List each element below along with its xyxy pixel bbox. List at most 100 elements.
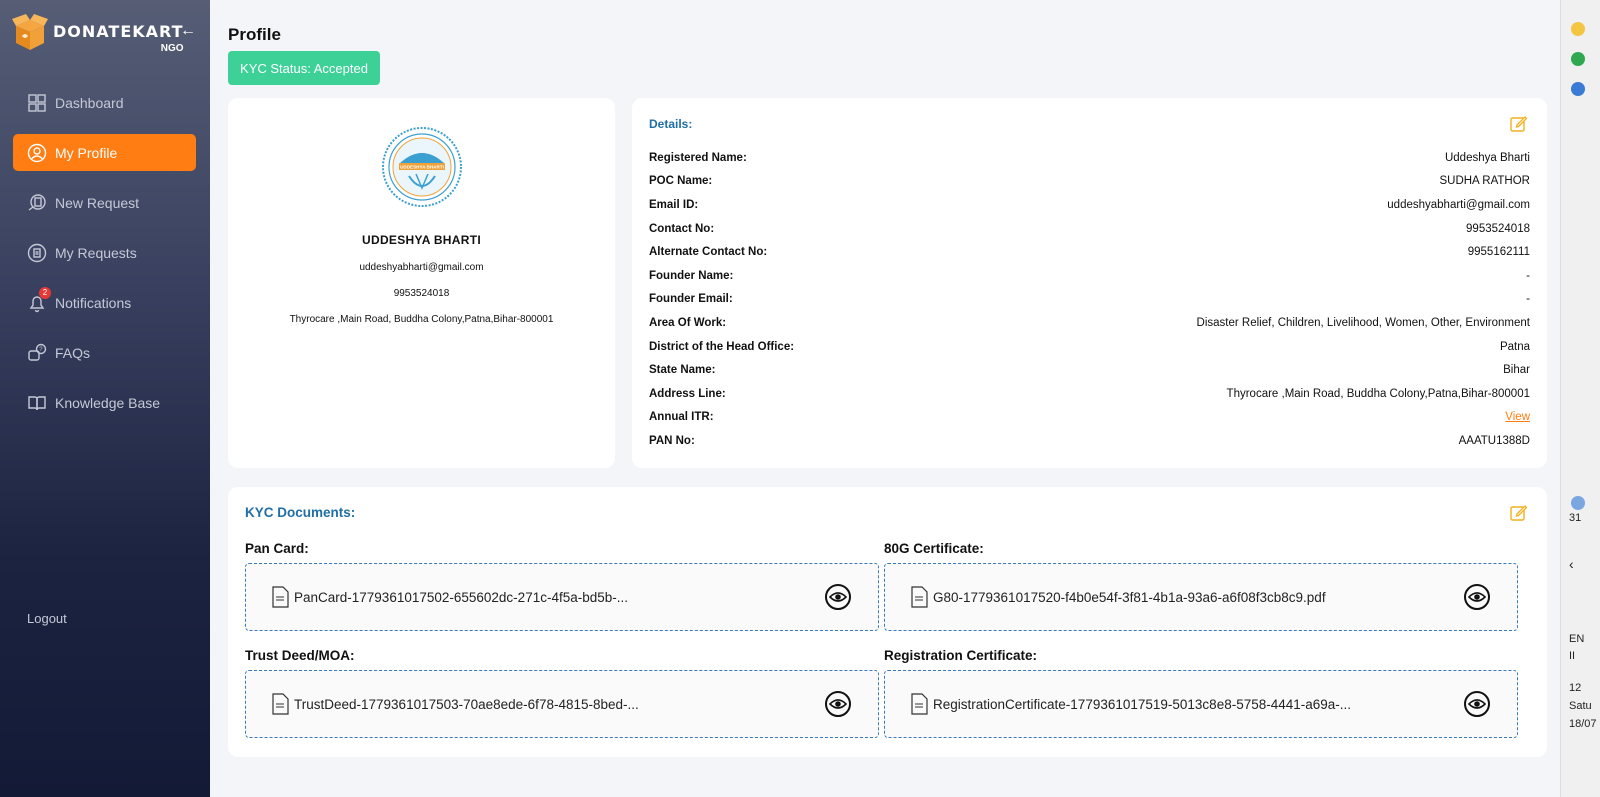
brand-sub: NGO (160, 43, 184, 54)
detail-row-address: Address Line: Thyrocare ,Main Road, Buddh… (649, 382, 1530, 406)
faq-icon: ? (28, 343, 47, 361)
sidebar-item-label: FAQs (55, 344, 91, 361)
brand-name: DONATEKART (53, 22, 184, 41)
detail-label: Area Of Work: (649, 316, 727, 329)
detail-row-pan: PAN No: AAATU1388D (649, 429, 1530, 453)
org-address: Thyrocare ,Main Road, Buddha Colony,Patn… (289, 314, 554, 325)
doc-file-name: RegistrationCertificate-1779361017519-50… (933, 696, 1352, 712)
file-icon (911, 586, 928, 608)
language-en[interactable]: EN (1569, 633, 1584, 645)
org-email: uddeshyabharti@gmail.com (359, 262, 484, 273)
edit-kyc-icon[interactable] (1510, 504, 1527, 521)
new-request-icon (28, 193, 46, 211)
detail-value: - (1526, 269, 1530, 282)
eye-icon[interactable] (824, 690, 852, 718)
detail-value: Disaster Relief, Children, Livelihood, W… (1196, 316, 1530, 329)
sidebar-item-label: Knowledge Base (55, 394, 161, 411)
profile-card: UDDESHYA BHARTI UDDESHYA BHARTI uddeshya… (228, 98, 615, 468)
detail-label: Annual ITR: (649, 411, 714, 424)
sidebar-item-my-profile[interactable]: My Profile (13, 134, 196, 171)
org-logo: UDDESHYA BHARTI (381, 127, 462, 207)
eye-icon[interactable] (1463, 690, 1491, 718)
folder-icon[interactable] (1571, 22, 1585, 36)
notification-badge: 2 (39, 287, 51, 299)
detail-row-founder-email: Founder Email: - (649, 288, 1530, 312)
doc-box-pan-card: PanCard-1779361017502-655602dc-271c-4f5a… (245, 563, 879, 631)
edit-details-icon[interactable] (1510, 115, 1527, 132)
eye-icon[interactable] (1463, 583, 1491, 611)
detail-row-poc-name: POC Name: SUDHA RATHOR (649, 170, 1530, 194)
detail-row-email: Email ID: uddeshyabharti@gmail.com (649, 193, 1530, 217)
file-icon (272, 586, 289, 608)
page-title: Profile (228, 25, 281, 44)
detail-label: Contact No: (649, 222, 715, 235)
eye-icon[interactable] (824, 583, 852, 611)
requests-icon (27, 243, 47, 262)
detail-label: POC Name: (649, 175, 713, 188)
app-icon[interactable] (1571, 82, 1585, 96)
details-card: Details: Registered Name: Uddeshya Bharti… (632, 98, 1547, 468)
kyc-documents-card: KYC Documents: Pan Card: PanCard-1779361… (228, 487, 1547, 757)
weather-icon (1571, 496, 1585, 510)
doc-label-pan-card: Pan Card: (245, 541, 309, 556)
user-icon (27, 143, 47, 162)
doc-label-trust-deed: Trust Deed/MOA: (245, 648, 355, 663)
sidebar-item-my-requests[interactable]: My Requests (13, 234, 196, 271)
sidebar-item-dashboard[interactable]: Dashboard (13, 84, 196, 121)
clock-day: Satu (1569, 700, 1592, 712)
detail-label: Founder Email: (649, 293, 733, 306)
collapse-arrow-icon[interactable]: ← (180, 22, 196, 40)
chrome-icon[interactable] (1571, 52, 1585, 66)
weather-temp: 31 (1569, 512, 1582, 524)
language-in: II (1569, 650, 1576, 662)
clock-date: 18/07 (1569, 718, 1597, 730)
view-itr-link[interactable]: View (1505, 411, 1530, 423)
sidebar-item-notifications[interactable]: 2 Notifications (13, 284, 196, 321)
detail-row-state: State Name: Bihar (649, 358, 1530, 382)
sidebar-nav: Dashboard My Profile New Request My Requ… (13, 84, 196, 434)
file-icon (272, 693, 289, 715)
detail-value: AAATU1388D (1458, 434, 1530, 447)
detail-label: Founder Name: (649, 269, 734, 282)
sidebar-item-faqs[interactable]: ? FAQs (13, 334, 196, 371)
detail-value: - (1526, 293, 1530, 306)
detail-value: 9955162111 (1467, 246, 1530, 259)
doc-label-registration: Registration Certificate: (884, 648, 1038, 663)
detail-row-contact: Contact No: 9953524018 (649, 217, 1530, 241)
detail-value: uddeshyabharti@gmail.com (1387, 198, 1530, 211)
file-icon (911, 693, 928, 715)
details-list: Registered Name: Uddeshya Bharti POC Name… (649, 146, 1530, 453)
detail-value: Thyrocare ,Main Road, Buddha Colony,Patn… (1226, 387, 1530, 400)
detail-value: Bihar (1503, 364, 1530, 377)
detail-label: Registered Name: (649, 151, 747, 164)
details-heading: Details: (649, 117, 693, 131)
detail-label: Address Line: (649, 387, 726, 400)
sidebar-item-knowledge-base[interactable]: Knowledge Base (13, 384, 196, 421)
sidebar-item-label: My Profile (55, 144, 118, 161)
logout-button[interactable]: Logout (27, 611, 67, 626)
detail-value: 9953524018 (1466, 222, 1530, 235)
doc-box-trust-deed: TrustDeed-1779361017503-70ae8ede-6f78-48… (245, 670, 879, 738)
detail-label: District of the Head Office: (649, 340, 795, 353)
sidebar-item-new-request[interactable]: New Request (13, 184, 196, 221)
org-name: UDDESHYA BHARTI (362, 233, 481, 247)
sidebar-item-label: Dashboard (55, 94, 124, 111)
clock-time[interactable]: 12 (1569, 682, 1581, 694)
dashboard-icon (28, 93, 46, 112)
chevron-left-icon[interactable]: ‹ (1569, 556, 1574, 572)
detail-row-registered-name: Registered Name: Uddeshya Bharti (649, 146, 1530, 170)
book-icon (28, 395, 46, 410)
os-taskbar-strip: 31 ‹ EN II 12 Satu 18/07 (1560, 0, 1600, 797)
svg-text:?: ? (39, 347, 43, 353)
brand[interactable]: DONATEKART NGO (12, 14, 184, 54)
doc-file-name: PanCard-1779361017502-655602dc-271c-4f5a… (294, 589, 628, 605)
detail-label: Alternate Contact No: (649, 246, 768, 259)
detail-label: Email ID: (649, 198, 699, 211)
sidebar: DONATEKART NGO ← Dashboard My Profile Ne… (0, 0, 210, 797)
org-phone: 9953524018 (393, 288, 450, 299)
sidebar-item-label: Notifications (55, 294, 132, 311)
doc-box-registration: RegistrationCertificate-1779361017519-50… (884, 670, 1518, 738)
detail-label: PAN No: (649, 434, 695, 447)
detail-value: Uddeshya Bharti (1444, 151, 1530, 164)
doc-box-80g: G80-1779361017520-f4b0e54f-3f81-4b1a-93a… (884, 563, 1518, 631)
